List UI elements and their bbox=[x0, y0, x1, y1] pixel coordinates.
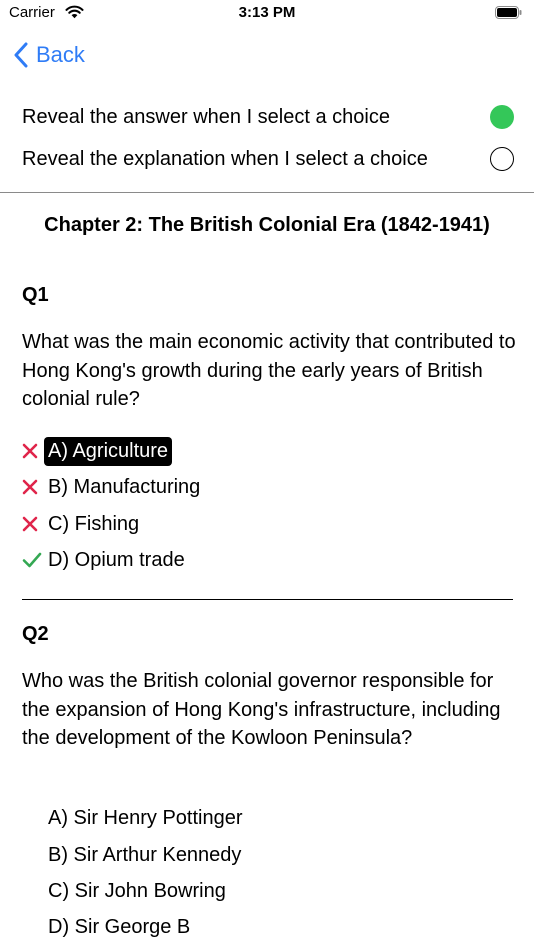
choice-label: A) Agriculture bbox=[44, 436, 173, 466]
question-divider bbox=[22, 599, 513, 600]
choice-option[interactable]: B) Sir Arthur Kennedy bbox=[22, 838, 245, 872]
choice-label: C) Fishing bbox=[48, 512, 140, 535]
choice-label: A) Sir Henry Pottinger bbox=[48, 806, 243, 829]
choice-label: D) Sir George B bbox=[48, 915, 191, 938]
checkmark-icon bbox=[22, 552, 44, 568]
choice-option[interactable]: A) Sir Henry Pottinger bbox=[22, 801, 247, 835]
chevron-left-icon bbox=[14, 42, 28, 68]
back-button[interactable]: Back bbox=[14, 38, 85, 72]
choice-label: B) Sir Arthur Kennedy bbox=[48, 843, 242, 866]
choice-option[interactable]: A) Agriculture bbox=[22, 434, 173, 468]
reveal-explanation-setting: Reveal the explanation when I select a c… bbox=[22, 142, 514, 176]
reveal-answer-toggle[interactable] bbox=[490, 105, 514, 129]
question-label: Q1 bbox=[22, 284, 49, 306]
battery-icon bbox=[495, 6, 522, 19]
x-icon bbox=[22, 479, 44, 495]
reveal-explanation-label: Reveal the explanation when I select a c… bbox=[22, 147, 428, 170]
x-icon bbox=[22, 443, 44, 459]
choice-label: C) Sir John Bowring bbox=[48, 879, 226, 902]
question-label: Q2 bbox=[22, 623, 49, 645]
choice-option[interactable]: C) Sir John Bowring bbox=[22, 874, 230, 908]
chapter-title: Chapter 2: The British Colonial Era (184… bbox=[44, 214, 490, 236]
x-icon bbox=[22, 516, 44, 532]
question-text: What was the main economic activity that… bbox=[22, 331, 516, 410]
reveal-answer-setting: Reveal the answer when I select a choice bbox=[22, 100, 514, 134]
choice-option[interactable]: D) Opium trade bbox=[22, 543, 189, 577]
back-button-label: Back bbox=[36, 42, 85, 67]
quiz-screen: Carrier 3:13 PM Back Reveal the answer w… bbox=[0, 0, 534, 950]
reveal-answer-label: Reveal the answer when I select a choice bbox=[22, 105, 390, 128]
choice-label: B) Manufacturing bbox=[48, 475, 201, 498]
settings-divider bbox=[0, 192, 534, 193]
choice-option[interactable]: C) Fishing bbox=[22, 507, 143, 541]
choice-option[interactable]: B) Manufacturing bbox=[22, 470, 204, 504]
question-text: Who was the British colonial governor re… bbox=[22, 670, 501, 749]
status-bar: Carrier 3:13 PM bbox=[0, 0, 534, 28]
choice-option[interactable]: D) Sir George B bbox=[22, 910, 194, 944]
clock-label: 3:13 PM bbox=[238, 4, 296, 21]
choice-label: D) Opium trade bbox=[48, 548, 185, 571]
reveal-explanation-toggle[interactable] bbox=[490, 147, 514, 171]
